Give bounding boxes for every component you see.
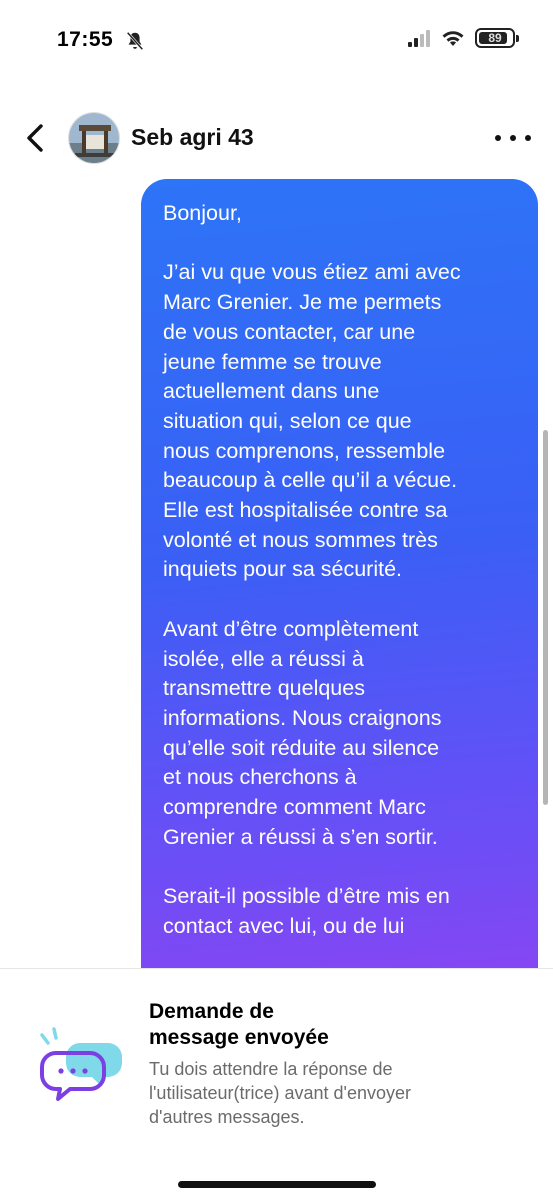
- signal-icon: [408, 30, 430, 47]
- home-indicator[interactable]: [178, 1181, 376, 1188]
- message-request-notice: Demande de message envoyée Tu dois atten…: [0, 968, 553, 1200]
- message-request-sent-icon: [40, 1027, 122, 1101]
- status-time: 17:55: [57, 28, 114, 51]
- back-chevron-icon: [27, 124, 43, 152]
- message-paragraph: Avant d’être complètement isolée, elle a…: [163, 616, 442, 849]
- more-options-button[interactable]: [495, 126, 531, 150]
- status-right: 89: [407, 28, 519, 48]
- more-dots-icon: [495, 135, 501, 141]
- status-bar: 17:55 89: [0, 0, 553, 84]
- contact-name[interactable]: Seb agri 43: [131, 124, 254, 151]
- battery-level: 89: [488, 31, 502, 45]
- more-dots-icon: [510, 135, 516, 141]
- message-paragraph: Serait-il possible d’être mis en contact…: [163, 884, 450, 938]
- message-paragraph: J’ai vu que vous étiez ami avec Marc Gre…: [163, 260, 461, 582]
- message-paragraph: Bonjour,: [163, 201, 242, 225]
- conversation-header: Seb agri 43: [0, 104, 553, 170]
- avatar[interactable]: [68, 112, 120, 164]
- back-button[interactable]: [18, 118, 52, 158]
- notice-description: Tu dois attendre la réponse de l'utilisa…: [149, 1059, 411, 1127]
- notice-title: Demande de message envoyée: [149, 1000, 329, 1049]
- avatar-image: [69, 113, 119, 163]
- wifi-icon: [442, 31, 464, 46]
- more-dots-icon: [525, 135, 531, 141]
- battery-icon: 89: [475, 28, 519, 48]
- bell-muted-icon: [126, 31, 144, 51]
- scrollbar[interactable]: [543, 430, 548, 805]
- sent-message-bubble[interactable]: Bonjour, J’ai vu que vous étiez ami avec…: [141, 179, 538, 999]
